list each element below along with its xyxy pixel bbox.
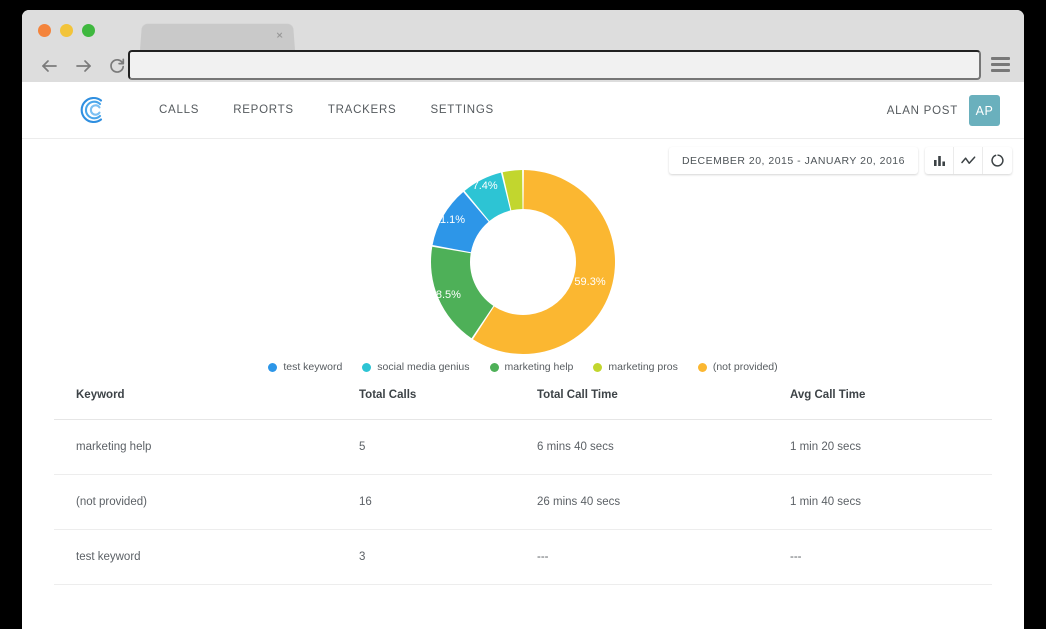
table-body: marketing help 5 6 mins 40 secs 1 min 20… xyxy=(54,419,992,585)
minimize-window-button[interactable] xyxy=(60,24,73,37)
legend-color-dot xyxy=(489,362,499,372)
legend-item-marketing-help[interactable]: marketing help xyxy=(489,361,574,373)
main-navigation: CALLS REPORTS TRACKERS SETTINGS xyxy=(142,98,511,122)
legend-label: marketing help xyxy=(504,361,574,373)
legend-color-dot xyxy=(268,362,278,372)
cell-avg-call-time: --- xyxy=(790,529,992,585)
legend-item-marketing-pros[interactable]: marketing pros xyxy=(593,361,678,373)
legend-label: marketing pros xyxy=(608,361,678,373)
browser-tab[interactable]: × xyxy=(140,23,295,50)
maximize-window-button[interactable] xyxy=(82,24,95,37)
browser-navigation-bar xyxy=(22,50,1024,82)
legend-item-not-provided[interactable]: (not provided) xyxy=(697,361,778,373)
window-controls xyxy=(38,24,95,37)
chart-legend: test keyword social media genius marketi… xyxy=(22,361,1024,373)
navigation-buttons xyxy=(34,53,132,79)
column-header-keyword[interactable]: Keyword xyxy=(54,389,359,420)
legend-color-dot xyxy=(362,362,372,372)
column-header-total-call-time[interactable]: Total Call Time xyxy=(537,389,790,420)
page-body: DECEMBER 20, 2015 - JANUARY 20, 2016 11.… xyxy=(22,139,1024,629)
app-header: CALLS REPORTS TRACKERS SETTINGS ALAN POS… xyxy=(22,82,1024,139)
legend-color-dot xyxy=(593,362,603,372)
chart-area: 11.1% 7.4% 18.5% 59.3% test keyword soci… xyxy=(22,169,1024,373)
back-arrow-icon[interactable] xyxy=(34,53,64,79)
cell-avg-call-time: 1 min 40 secs xyxy=(790,474,992,530)
address-bar[interactable] xyxy=(128,50,981,80)
tab-strip: × xyxy=(140,23,295,50)
screenshot-root: × CALLS REPORTS TRACKERS SETTINGS ALAN P… xyxy=(0,0,1046,629)
browser-window: × CALLS REPORTS TRACKERS SETTINGS ALAN P… xyxy=(22,10,1024,629)
cell-keyword: marketing help xyxy=(54,419,359,475)
avatar[interactable]: AP xyxy=(969,95,1000,126)
user-name-label: ALAN POST xyxy=(886,104,958,117)
cell-avg-call-time: 1 min 20 secs xyxy=(790,419,992,475)
cell-total-call-time: 26 mins 40 secs xyxy=(537,474,790,530)
cell-total-call-time: --- xyxy=(537,529,790,585)
table-row[interactable]: marketing help 5 6 mins 40 secs 1 min 20… xyxy=(54,419,992,475)
hamburger-menu-icon[interactable] xyxy=(991,57,1010,72)
nav-item-calls[interactable]: CALLS xyxy=(142,98,216,122)
table-header-row: Keyword Total Calls Total Call Time Avg … xyxy=(54,389,992,420)
user-menu[interactable]: ALAN POST AP xyxy=(887,82,1000,139)
column-header-avg-call-time[interactable]: Avg Call Time xyxy=(790,389,992,420)
close-window-button[interactable] xyxy=(38,24,51,37)
browser-chrome: × xyxy=(22,10,1024,82)
cell-total-calls: 16 xyxy=(359,474,537,530)
donut-chart: 11.1% 7.4% 18.5% 59.3% xyxy=(430,169,616,355)
callrail-logo-icon[interactable] xyxy=(75,93,109,127)
keyword-report-table: Keyword Total Calls Total Call Time Avg … xyxy=(54,389,992,585)
legend-item-test-keyword[interactable]: test keyword xyxy=(268,361,342,373)
column-header-total-calls[interactable]: Total Calls xyxy=(359,389,537,420)
forward-arrow-icon[interactable] xyxy=(68,53,98,79)
table-row[interactable]: test keyword 3 --- --- xyxy=(54,529,992,585)
nav-item-reports[interactable]: REPORTS xyxy=(216,98,311,122)
cell-keyword: test keyword xyxy=(54,529,359,585)
cell-total-calls: 3 xyxy=(359,529,537,585)
nav-item-trackers[interactable]: TRACKERS xyxy=(311,98,414,122)
cell-total-call-time: 6 mins 40 secs xyxy=(537,419,790,475)
legend-label: social media genius xyxy=(377,361,470,373)
cell-total-calls: 5 xyxy=(359,419,537,475)
legend-label: (not provided) xyxy=(712,361,778,373)
legend-color-dot xyxy=(697,362,707,372)
legend-item-social-media-genius[interactable]: social media genius xyxy=(362,361,470,373)
table-head: Keyword Total Calls Total Call Time Avg … xyxy=(54,389,992,420)
cell-keyword: (not provided) xyxy=(54,474,359,530)
nav-item-settings[interactable]: SETTINGS xyxy=(413,98,511,122)
legend-label: test keyword xyxy=(283,361,343,373)
tab-close-icon[interactable]: × xyxy=(276,28,284,42)
table-row[interactable]: (not provided) 16 26 mins 40 secs 1 min … xyxy=(54,474,992,530)
donut-chart-svg xyxy=(431,170,615,354)
